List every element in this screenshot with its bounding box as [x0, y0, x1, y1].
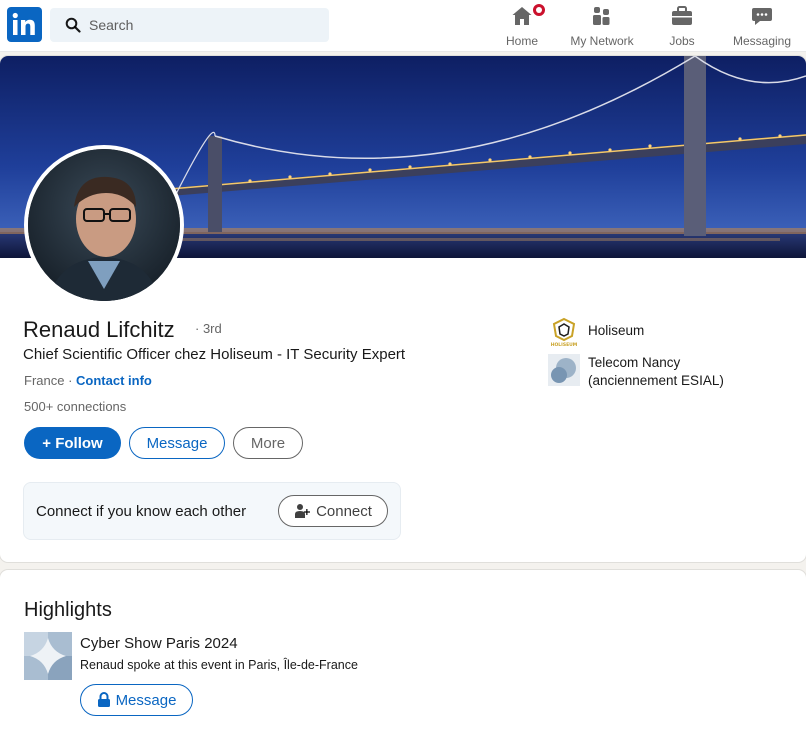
nav-jobs[interactable]: Jobs	[664, 4, 700, 48]
nav-jobs-label: Jobs	[669, 34, 695, 48]
more-button[interactable]: More	[233, 427, 303, 459]
contact-info-link[interactable]: Contact info	[76, 373, 152, 388]
connect-button[interactable]: Connect	[278, 495, 388, 527]
top-navigation-bar: Search Home My Network Jobs Messaging	[0, 0, 806, 52]
profile-name: Renaud Lifchitz	[23, 317, 175, 342]
nav-my-network[interactable]: My Network	[566, 4, 638, 48]
event-description: Renaud spoke at this event in Paris, Île…	[80, 658, 358, 672]
svg-text:HOLISEUM: HOLISEUM	[551, 342, 578, 348]
connect-prompt-text: Connect if you know each other	[36, 503, 247, 520]
messaging-icon	[730, 4, 794, 28]
org-holiseum[interactable]: HOLISEUM Holiseum	[548, 316, 644, 348]
notification-badge	[531, 2, 547, 18]
nav-messaging[interactable]: Messaging	[730, 4, 794, 48]
connect-prompt-box: Connect if you know each other Connect	[23, 482, 401, 540]
nav-home-label: Home	[505, 34, 538, 48]
add-person-icon	[295, 504, 311, 518]
highlight-message-label: Message	[115, 691, 177, 709]
nav-my-network-label: My Network	[570, 34, 634, 48]
event-title[interactable]: Cyber Show Paris 2024	[80, 635, 238, 652]
holiseum-logo: HOLISEUM	[548, 316, 580, 348]
search-input[interactable]: Search	[50, 8, 329, 42]
linkedin-logo[interactable]	[7, 7, 42, 42]
profile-location: France	[24, 373, 65, 388]
org-name-telecom-nancy: Telecom Nancy (anciennement ESIAL)	[588, 355, 724, 388]
highlights-title: Highlights	[24, 599, 112, 621]
connect-label: Connect	[316, 502, 372, 520]
event-thumbnail[interactable]	[24, 632, 72, 680]
network-icon	[566, 4, 638, 28]
school-logo-placeholder-icon	[548, 354, 580, 386]
search-placeholder: Search	[89, 17, 134, 33]
briefcase-icon	[664, 4, 700, 28]
nav-home[interactable]: Home	[503, 2, 547, 48]
connection-degree: · 3rd	[195, 321, 222, 336]
profile-headline: Chief Scientific Officer chez Holiseum -…	[23, 346, 406, 363]
lock-icon	[97, 692, 110, 707]
search-icon	[65, 17, 81, 38]
follow-button[interactable]: + Follow	[24, 427, 121, 459]
message-button[interactable]: Message	[129, 427, 225, 459]
home-icon	[503, 2, 547, 28]
highlight-message-button[interactable]: Message	[80, 684, 193, 716]
org-name-holiseum: Holiseum	[588, 323, 645, 338]
profile-avatar[interactable]	[24, 145, 184, 305]
nav-messaging-label: Messaging	[732, 34, 792, 48]
profile-card: Renaud Lifchitz · 3rd Chief Scientific O…	[0, 56, 806, 562]
org-telecom-nancy[interactable]: Telecom Nancy (anciennement ESIAL)	[548, 354, 738, 390]
highlights-card: Highlights Cyber Show Paris 2024 Renaud …	[0, 570, 806, 747]
location-row: France · Contact info	[24, 373, 152, 388]
connections-count: 500+ connections	[24, 399, 127, 414]
separator: ·	[64, 373, 77, 388]
